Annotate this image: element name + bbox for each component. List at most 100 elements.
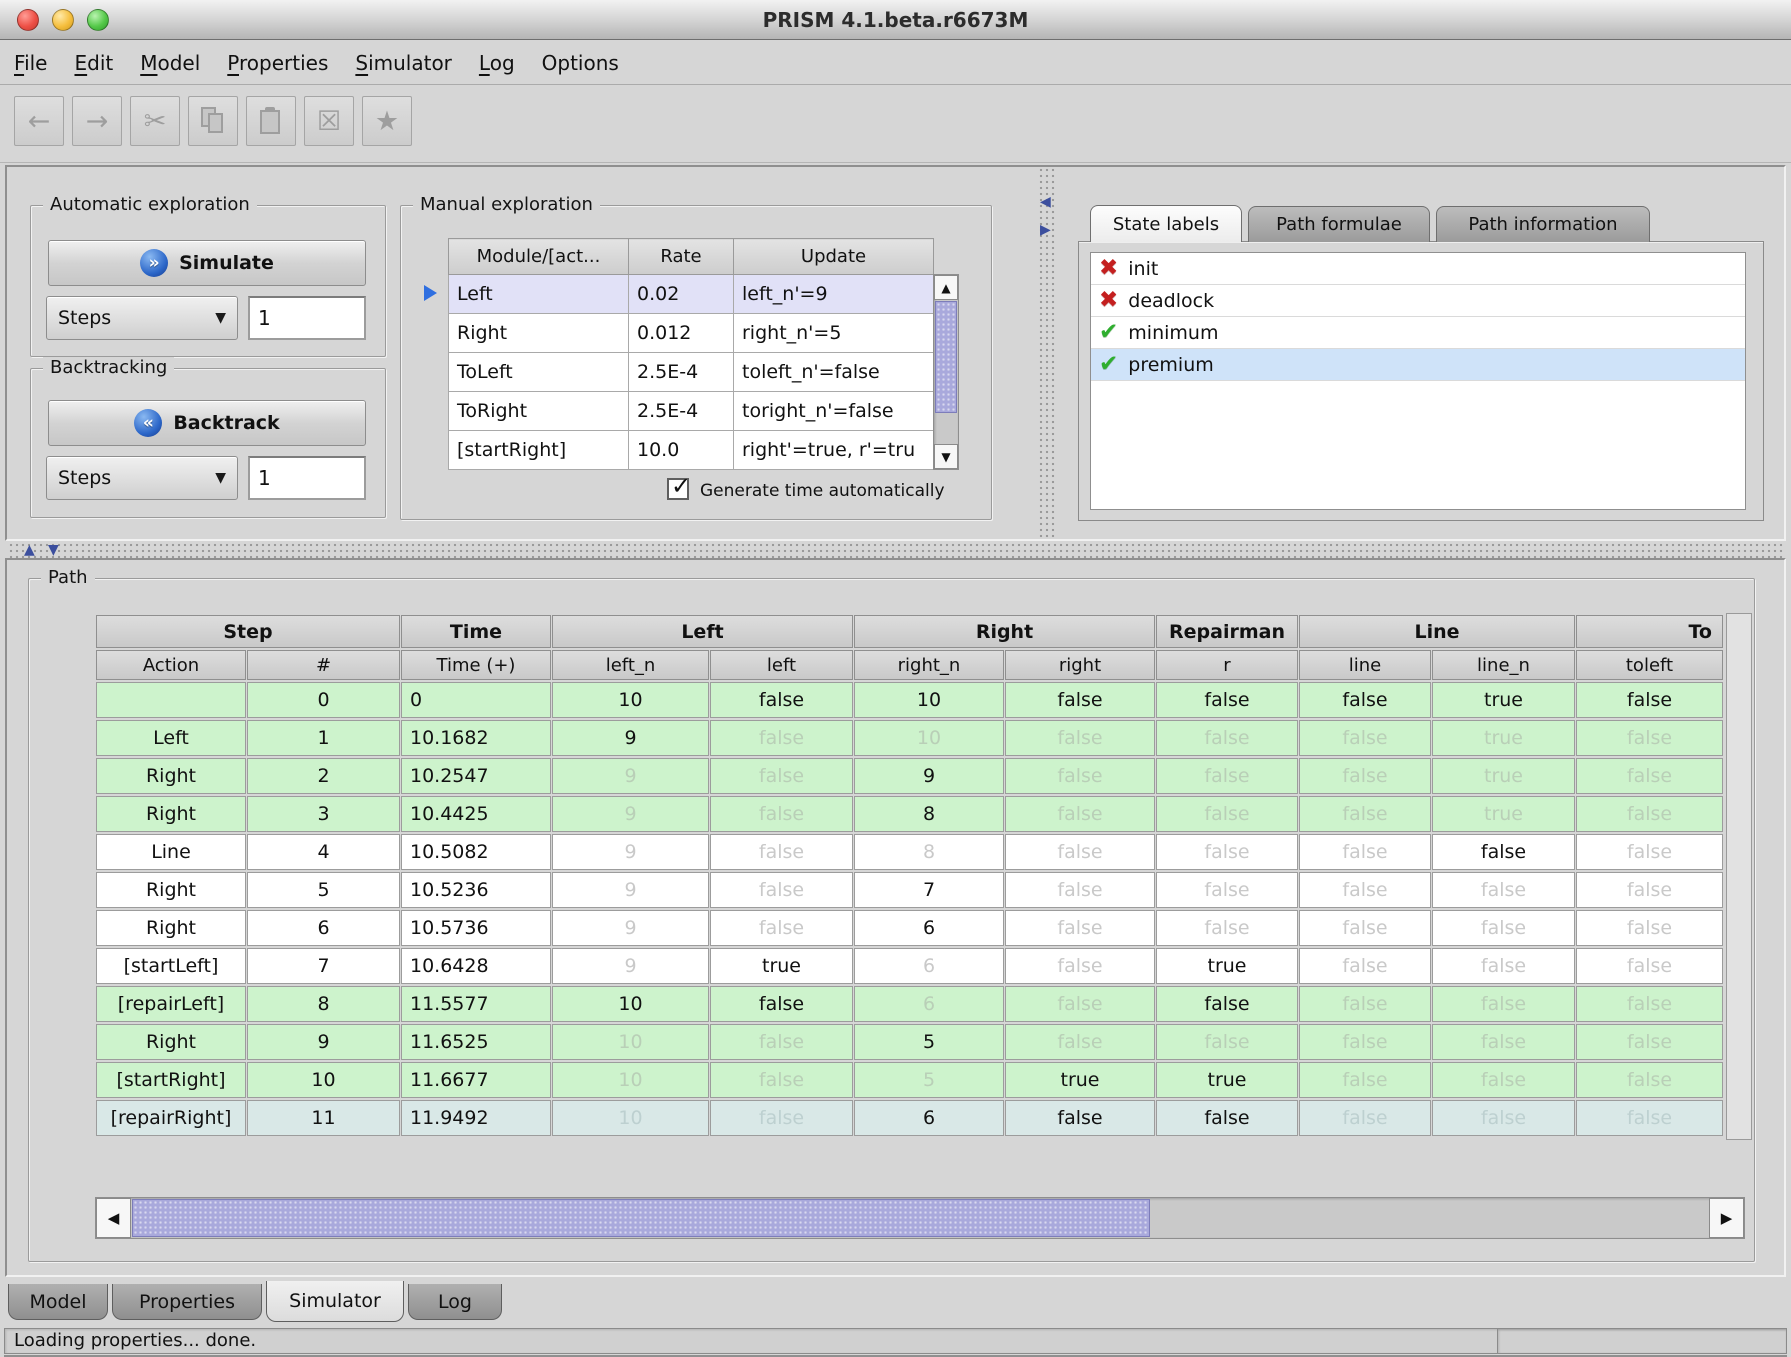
path-cell-left[interactable]: false: [710, 872, 853, 908]
path-cell-left[interactable]: false: [710, 1062, 853, 1098]
scroll-down-icon[interactable]: ▼: [934, 444, 958, 469]
manual-col-header[interactable]: Update: [734, 239, 934, 275]
path-cell-time-[interactable]: 10.6428: [401, 948, 551, 984]
path-cell-r[interactable]: false: [1156, 872, 1298, 908]
path-cell-action[interactable]: [startRight]: [96, 1062, 246, 1098]
path-cell--[interactable]: 6: [247, 910, 400, 946]
collapse-up-icon[interactable]: ▲: [24, 543, 35, 557]
path-cell--[interactable]: 3: [247, 796, 400, 832]
path-cell-line[interactable]: false: [1299, 720, 1431, 756]
path-cell-right[interactable]: false: [1005, 1024, 1155, 1060]
rate-cell[interactable]: 2.5E-4: [629, 353, 734, 392]
path-cell-right[interactable]: false: [1005, 986, 1155, 1022]
path-step-row[interactable]: [repairRight]1111.949210false6falsefalse…: [96, 1100, 1723, 1136]
path-cell-line-n[interactable]: true: [1432, 758, 1575, 794]
path-cell-line[interactable]: false: [1299, 910, 1431, 946]
path-cell-line[interactable]: false: [1299, 1062, 1431, 1098]
path-cell--[interactable]: 0: [247, 682, 400, 718]
path-cell-left[interactable]: true: [710, 948, 853, 984]
path-cell-right-n[interactable]: 5: [854, 1062, 1004, 1098]
rate-cell[interactable]: 0.02: [629, 275, 734, 314]
path-cell-toleft[interactable]: false: [1576, 1062, 1723, 1098]
path-cell-line[interactable]: false: [1299, 948, 1431, 984]
path-cell-line-n[interactable]: false: [1432, 834, 1575, 870]
path-col-header[interactable]: #: [247, 650, 400, 680]
path-cell-right-n[interactable]: 8: [854, 834, 1004, 870]
rate-cell[interactable]: 2.5E-4: [629, 392, 734, 431]
manual-transition-row[interactable]: ToRight2.5E-4toright_n'=false: [449, 392, 934, 431]
path-cell-toleft[interactable]: false: [1576, 834, 1723, 870]
update-cell[interactable]: right_n'=5: [734, 314, 934, 353]
path-cell-time-[interactable]: 11.6677: [401, 1062, 551, 1098]
manual-table-scrollbar[interactable]: ▲ ▼: [933, 274, 959, 470]
path-cell-action[interactable]: Left: [96, 720, 246, 756]
path-cell-line-n[interactable]: false: [1432, 872, 1575, 908]
path-cell-toleft[interactable]: false: [1576, 1100, 1723, 1136]
path-cell-action[interactable]: Right: [96, 872, 246, 908]
path-col-header[interactable]: toleft: [1576, 650, 1723, 680]
scroll-right-icon[interactable]: ▶: [1709, 1198, 1744, 1238]
simulate-steps-input[interactable]: [248, 296, 366, 340]
manual-transition-row[interactable]: [startRight]10.0right'=true, r'=tru: [449, 431, 934, 470]
path-cell-action[interactable]: Right: [96, 1024, 246, 1060]
path-cell-action[interactable]: [repairLeft]: [96, 986, 246, 1022]
path-table[interactable]: StepTimeLeftRightRepairmanLineToAction#T…: [95, 613, 1724, 1138]
path-cell-time-[interactable]: 10.5082: [401, 834, 551, 870]
backtrack-steps-input[interactable]: [248, 456, 366, 500]
path-cell-right[interactable]: false: [1005, 796, 1155, 832]
path-cell-right-n[interactable]: 5: [854, 1024, 1004, 1060]
path-cell-r[interactable]: true: [1156, 948, 1298, 984]
rate-cell[interactable]: 10.0: [629, 431, 734, 470]
path-cell--[interactable]: 1: [247, 720, 400, 756]
path-step-row[interactable]: Right911.652510false5falsefalsefalsefals…: [96, 1024, 1723, 1060]
path-cell-left[interactable]: false: [710, 682, 853, 718]
undo-button[interactable]: ←: [14, 96, 64, 146]
update-cell[interactable]: toleft_n'=false: [734, 353, 934, 392]
backtrack-button[interactable]: « Backtrack: [48, 400, 366, 446]
state-label-init[interactable]: ✖init: [1091, 253, 1745, 285]
path-cell-left-n[interactable]: 9: [552, 758, 709, 794]
path-col-header[interactable]: r: [1156, 650, 1298, 680]
rate-cell[interactable]: 0.012: [629, 314, 734, 353]
path-cell-left-n[interactable]: 10: [552, 1024, 709, 1060]
delete-button[interactable]: ☒: [304, 96, 354, 146]
update-cell[interactable]: left_n'=9: [734, 275, 934, 314]
path-cell-toleft[interactable]: false: [1576, 948, 1723, 984]
manual-transition-row[interactable]: Left0.02left_n'=9: [449, 275, 934, 314]
paste-button[interactable]: [246, 96, 296, 146]
module-cell[interactable]: [startRight]: [449, 431, 629, 470]
path-step-row[interactable]: [repairLeft]811.557710false6falsefalsefa…: [96, 986, 1723, 1022]
redo-button[interactable]: →: [72, 96, 122, 146]
path-cell-right[interactable]: false: [1005, 834, 1155, 870]
path-col-header[interactable]: Time (+): [401, 650, 551, 680]
path-col-header[interactable]: right_n: [854, 650, 1004, 680]
path-cell-line-n[interactable]: false: [1432, 1100, 1575, 1136]
collapse-down-icon[interactable]: ▼: [48, 543, 59, 557]
path-cell-line-n[interactable]: false: [1432, 986, 1575, 1022]
path-cell-toleft[interactable]: false: [1576, 796, 1723, 832]
path-cell-line-n[interactable]: false: [1432, 1024, 1575, 1060]
path-cell-action[interactable]: [repairRight]: [96, 1100, 246, 1136]
path-cell-toleft[interactable]: false: [1576, 758, 1723, 794]
path-cell-right[interactable]: false: [1005, 758, 1155, 794]
path-cell-r[interactable]: false: [1156, 720, 1298, 756]
path-cell-line[interactable]: false: [1299, 1100, 1431, 1136]
simulate-steps-combo[interactable]: Steps ▼: [46, 296, 238, 340]
path-cell-right[interactable]: true: [1005, 1062, 1155, 1098]
path-cell-time-[interactable]: 10.1682: [401, 720, 551, 756]
path-cell-left[interactable]: false: [710, 1100, 853, 1136]
path-cell-left[interactable]: false: [710, 834, 853, 870]
path-cell--[interactable]: 8: [247, 986, 400, 1022]
path-cell-right-n[interactable]: 6: [854, 1100, 1004, 1136]
path-col-header[interactable]: line_n: [1432, 650, 1575, 680]
scrollbar-thumb[interactable]: [935, 301, 957, 413]
path-cell--[interactable]: 9: [247, 1024, 400, 1060]
path-cell-right[interactable]: false: [1005, 682, 1155, 718]
path-cell-line[interactable]: false: [1299, 986, 1431, 1022]
path-cell-line-n[interactable]: true: [1432, 796, 1575, 832]
path-cell-left[interactable]: false: [710, 720, 853, 756]
path-cell-r[interactable]: false: [1156, 986, 1298, 1022]
path-col-header[interactable]: right: [1005, 650, 1155, 680]
path-cell--[interactable]: 10: [247, 1062, 400, 1098]
path-cell-left[interactable]: false: [710, 910, 853, 946]
